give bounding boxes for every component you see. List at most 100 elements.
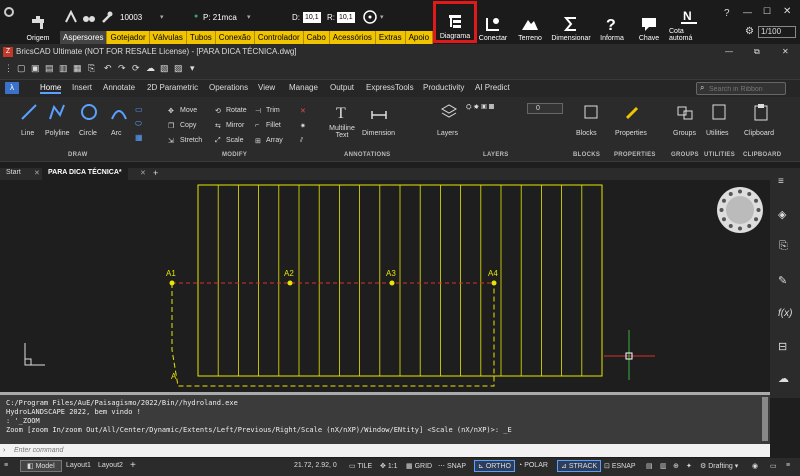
refresh-icon[interactable]: ⟳: [132, 63, 140, 74]
menu-valvulas[interactable]: Válvulas: [150, 31, 187, 44]
lweight-icon[interactable]: ▤: [646, 462, 653, 470]
print-icon[interactable]: ▦: [73, 63, 82, 74]
ortho-toggle[interactable]: ⊾ ORTHO: [474, 460, 515, 472]
menu-extras[interactable]: Extras: [376, 31, 406, 44]
layers-icon[interactable]: [440, 103, 458, 121]
attach-panel-icon[interactable]: ⎘: [779, 240, 788, 253]
blocks-icon[interactable]: [582, 103, 600, 121]
layer-select[interactable]: 0: [527, 103, 563, 114]
erase-icon[interactable]: ✕: [300, 107, 306, 115]
sprinkler-a3[interactable]: [389, 280, 395, 286]
scale-select[interactable]: 1/100: [758, 26, 796, 38]
polar-toggle[interactable]: ◔ POLAR: [518, 462, 548, 469]
status-settings-icon[interactable]: ◉: [752, 462, 758, 470]
doc-restore-icon[interactable]: ⧉: [754, 44, 760, 60]
tab-expresstools[interactable]: ExpressTools: [366, 83, 414, 92]
lateral-line[interactable]: [171, 283, 495, 387]
code-dropdown-icon[interactable]: ▾: [160, 13, 164, 21]
groups-button[interactable]: Groups: [673, 130, 696, 137]
menu-aspersores[interactable]: Aspersores: [60, 31, 108, 44]
tile-toggle[interactable]: ▭ TILE: [349, 462, 372, 470]
layer-state-icons[interactable]: ⛭ ☀ ▣ ▦: [466, 104, 494, 112]
line-button[interactable]: Line: [21, 130, 34, 137]
model-tab[interactable]: ◧ Model: [20, 460, 62, 472]
target-dropdown-icon[interactable]: ▾: [380, 13, 384, 21]
tab-ai-predict[interactable]: AI Predict: [475, 83, 510, 92]
esnap-toggle[interactable]: ⊡ ESNAP: [604, 462, 636, 470]
tab-operations[interactable]: Operations: [209, 83, 248, 92]
close-icon[interactable]: ✕: [783, 6, 791, 17]
view-cube[interactable]: [717, 187, 763, 233]
ribbon-search[interactable]: ⌕: [696, 82, 786, 95]
search-input[interactable]: [709, 84, 783, 94]
tab-productivity[interactable]: Productivity: [423, 83, 464, 92]
redo-icon[interactable]: ↷: [118, 63, 126, 74]
settings-small-icon[interactable]: ▨: [174, 63, 183, 74]
conectar-button[interactable]: Conectar: [478, 2, 508, 42]
groups-icon[interactable]: [676, 103, 694, 121]
menu-controlador[interactable]: Controlador: [255, 31, 304, 44]
dimension-button[interactable]: Dimension: [362, 130, 395, 137]
active-document-tab[interactable]: PARA DICA TÉCNICA*: [42, 168, 128, 180]
tab-manage[interactable]: Manage: [289, 83, 318, 92]
fillet-button[interactable]: Fillet: [266, 122, 281, 129]
menu-gotejador[interactable]: Gotejador: [107, 31, 150, 44]
tab-annotate[interactable]: Annotate: [103, 83, 135, 92]
layout-icon[interactable]: ▧: [160, 63, 169, 74]
rotate-button[interactable]: Rotate: [226, 107, 247, 114]
offset-icon[interactable]: ⫽: [300, 137, 303, 145]
clipboard-button[interactable]: Clipboard: [744, 130, 774, 137]
snap-toggle[interactable]: ⋯ SNAP: [438, 462, 466, 470]
pressure-dropdown-icon[interactable]: ▾: [247, 13, 251, 21]
save-icon[interactable]: ▤: [45, 63, 54, 74]
save-as-icon[interactable]: ▥: [59, 63, 68, 74]
informa-button[interactable]: ? Informa: [597, 2, 627, 42]
rectangle-icon[interactable]: ▭: [135, 105, 143, 114]
menu-cabo[interactable]: Cabo: [304, 31, 330, 44]
diagrama-button[interactable]: Diagrama: [433, 1, 477, 43]
add-layout-button[interactable]: +: [130, 460, 136, 471]
origem-button[interactable]: Origem: [26, 2, 50, 42]
multiline-text-button[interactable]: Multiline Text: [327, 125, 357, 139]
copy-button[interactable]: Copy: [180, 122, 196, 129]
clipboard-icon[interactable]: [752, 103, 770, 121]
properties-icon[interactable]: [624, 103, 642, 121]
dynamic-input-icon[interactable]: ✦: [686, 462, 692, 470]
mirror-button[interactable]: Mirror: [226, 122, 244, 129]
new-tab-button[interactable]: +: [153, 168, 158, 178]
sprinkler-a4[interactable]: [491, 280, 497, 286]
polyline-icon[interactable]: [48, 103, 66, 121]
restore-icon[interactable]: ☐: [763, 6, 771, 17]
tab-view[interactable]: View: [258, 83, 275, 92]
array-button[interactable]: Array: [266, 137, 283, 144]
cloud-panel-icon[interactable]: ☁: [778, 372, 789, 385]
scale-button[interactable]: Scale: [226, 137, 244, 144]
workspace-select[interactable]: ⚙ Drafting ▾: [700, 462, 738, 470]
menu-apoio[interactable]: Apoio: [406, 31, 434, 44]
start-tab[interactable]: Start: [6, 169, 21, 176]
drawing-canvas[interactable]: A1 A2 A3 A4 A: [0, 180, 770, 392]
sprinkler-icon[interactable]: [64, 10, 78, 24]
minimize-icon[interactable]: —: [743, 7, 752, 17]
ellipse-icon[interactable]: ⬭: [135, 119, 142, 129]
tab-close-icon[interactable]: ✕: [34, 169, 40, 177]
binoculars-icon[interactable]: [82, 10, 96, 24]
export-icon[interactable]: ⎘: [88, 63, 95, 74]
tab-2d-parametric[interactable]: 2D Parametric: [147, 83, 198, 92]
wrench-icon[interactable]: [100, 10, 114, 24]
qat-dropdown-icon[interactable]: ▾: [190, 63, 195, 74]
tab-insert[interactable]: Insert: [72, 83, 92, 92]
command-input[interactable]: › Enter command: [0, 444, 770, 457]
grid-toggle[interactable]: ▦ GRID: [406, 462, 432, 470]
layout2-tab[interactable]: Layout2: [98, 462, 123, 469]
sprinkler-a1[interactable]: [169, 280, 175, 286]
multiline-text-icon[interactable]: T: [333, 103, 351, 121]
trim-button[interactable]: Trim: [266, 107, 280, 114]
properties-button[interactable]: Properties: [615, 130, 647, 137]
layers-panel-icon[interactable]: ◈: [778, 208, 786, 221]
doc-close-icon[interactable]: ✕: [782, 44, 789, 60]
tab-home[interactable]: Home: [40, 83, 62, 94]
app-menu-icon[interactable]: λ: [5, 82, 19, 94]
tab-output[interactable]: Output: [330, 83, 354, 92]
scale-toggle[interactable]: ✥ 1:1: [380, 462, 398, 470]
